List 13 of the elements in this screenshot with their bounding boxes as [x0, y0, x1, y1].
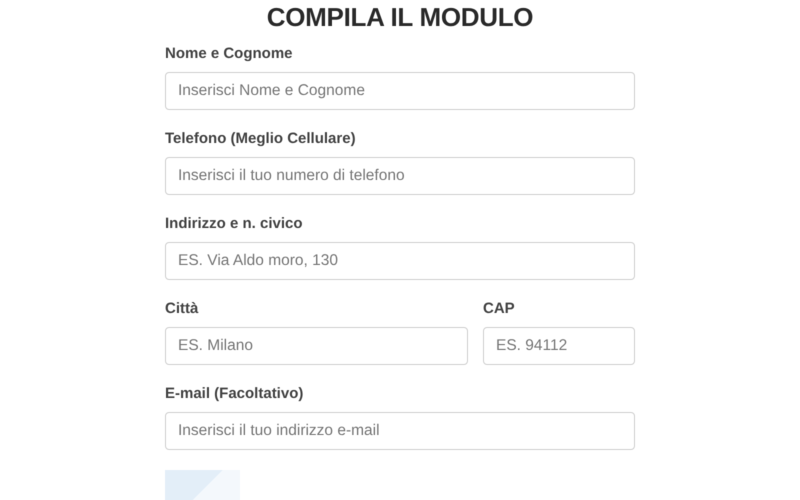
field-label: E-mail (Facoltativo) — [165, 384, 304, 404]
input-field[interactable]: Inserisci il tuo indirizzo e-mail — [165, 412, 635, 450]
input-field[interactable]: ES. Via Aldo moro, 130 — [165, 242, 635, 280]
field-label: Città — [165, 299, 200, 319]
input-field[interactable]: ES. 94112 — [483, 327, 635, 365]
field-label: Telefono (Meglio Cellulare) — [165, 129, 357, 149]
input-field[interactable]: Inserisci Nome e Cognome — [165, 72, 635, 110]
input-field[interactable]: Inserisci il tuo numero di telefono — [165, 157, 635, 195]
form-title: COMPILA IL MODULO — [266, 1, 534, 32]
field-label: Nome e Cognome — [165, 44, 294, 64]
field-label: Indirizzo e n. civico — [165, 214, 304, 234]
field-label: CAP — [483, 299, 516, 319]
input-field[interactable]: ES. Milano — [165, 327, 468, 365]
